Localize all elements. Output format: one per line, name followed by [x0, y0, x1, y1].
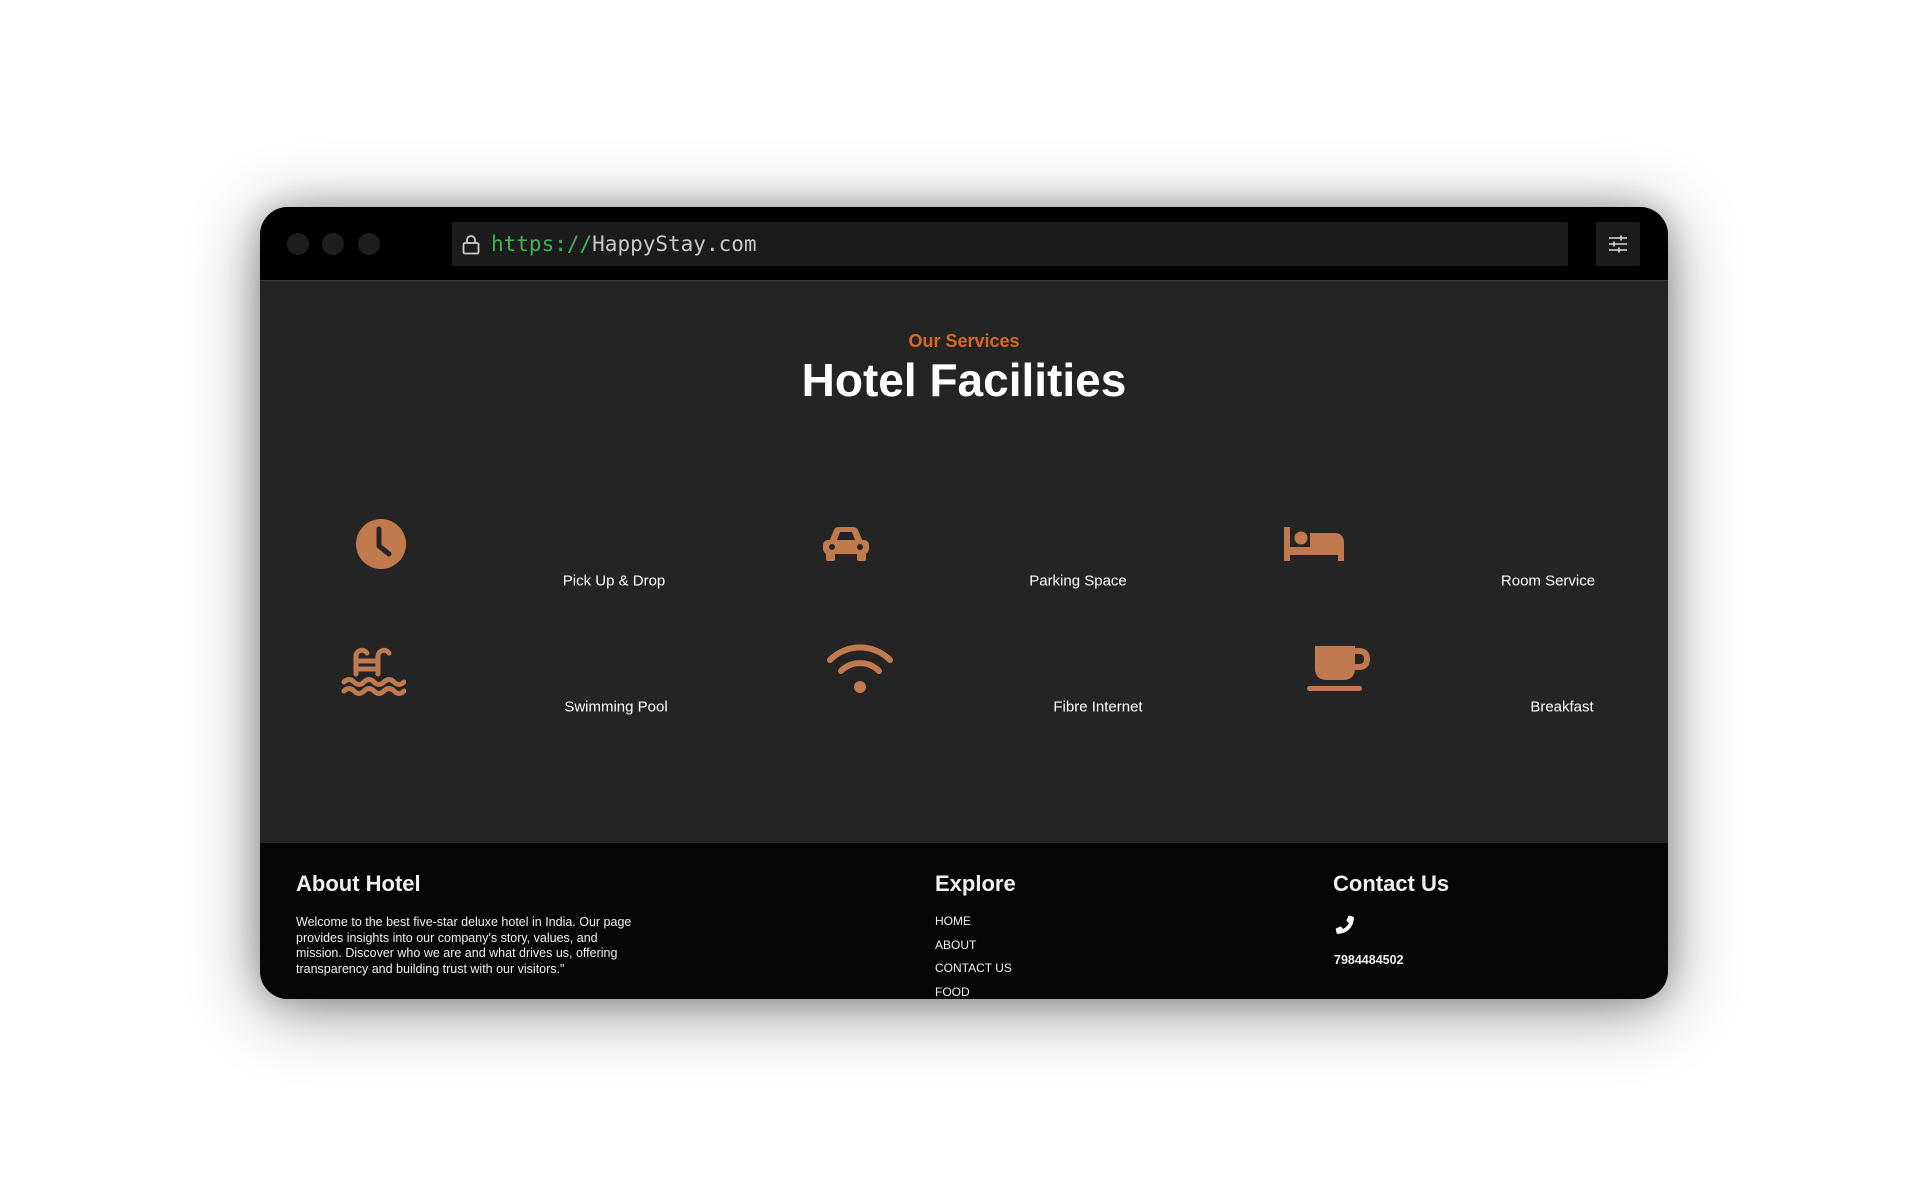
url-protocol: https://: [491, 232, 593, 256]
facility-label-internet: Fibre Internet: [1053, 698, 1143, 716]
window-close-dot[interactable]: [287, 233, 309, 255]
sliders-icon: [1609, 235, 1627, 253]
facility-label-breakfast: Breakfast: [1530, 698, 1594, 716]
facility-label-room-service: Room Service: [1500, 572, 1596, 590]
browser-menu-button[interactable]: [1596, 222, 1640, 266]
site-footer: About Hotel Welcome to the best five-sta…: [260, 843, 1668, 999]
lock-icon: [462, 235, 480, 255]
footer-link-food[interactable]: FOOD: [935, 985, 970, 999]
footer-link-contact[interactable]: CONTACT US: [935, 961, 1012, 975]
contact-title: Contact Us: [1333, 871, 1450, 896]
clock-icon: [356, 519, 406, 569]
services-section: Our Services Hotel Facilities Pick Up & …: [260, 281, 1668, 843]
wifi-icon: [827, 644, 893, 693]
about-text: Welcome to the best five-star deluxe hot…: [296, 915, 632, 976]
about-title: About Hotel: [296, 871, 421, 896]
window-maximize-dot[interactable]: [358, 233, 380, 255]
footer-link-about[interactable]: ABOUT: [935, 938, 976, 952]
section-eyebrow: Our Services: [908, 331, 1020, 351]
footer-link-home[interactable]: HOME: [935, 914, 971, 928]
section-title: Hotel Facilities: [801, 354, 1127, 406]
url-text: https://HappyStay.com: [491, 222, 757, 266]
browser-titlebar: https://HappyStay.com: [260, 207, 1668, 281]
contact-phone[interactable]: 7984484502: [1334, 953, 1404, 967]
address-bar[interactable]: https://HappyStay.com: [452, 222, 1568, 266]
car-icon: [823, 527, 869, 561]
facility-label-pickup: Pick Up & Drop: [562, 572, 666, 590]
facility-label-pool: Swimming Pool: [564, 698, 668, 716]
bed-icon: [1284, 527, 1344, 561]
explore-title: Explore: [935, 871, 1016, 896]
url-host: HappyStay.com: [592, 232, 757, 256]
swimming-pool-icon: [341, 647, 406, 696]
window-minimize-dot[interactable]: [322, 233, 344, 255]
coffee-cup-icon: [1307, 646, 1371, 691]
phone-icon[interactable]: [1333, 913, 1357, 937]
facility-label-parking: Parking Space: [1029, 572, 1127, 590]
browser-window: https://HappyStay.com Our Services Hotel…: [260, 207, 1668, 999]
